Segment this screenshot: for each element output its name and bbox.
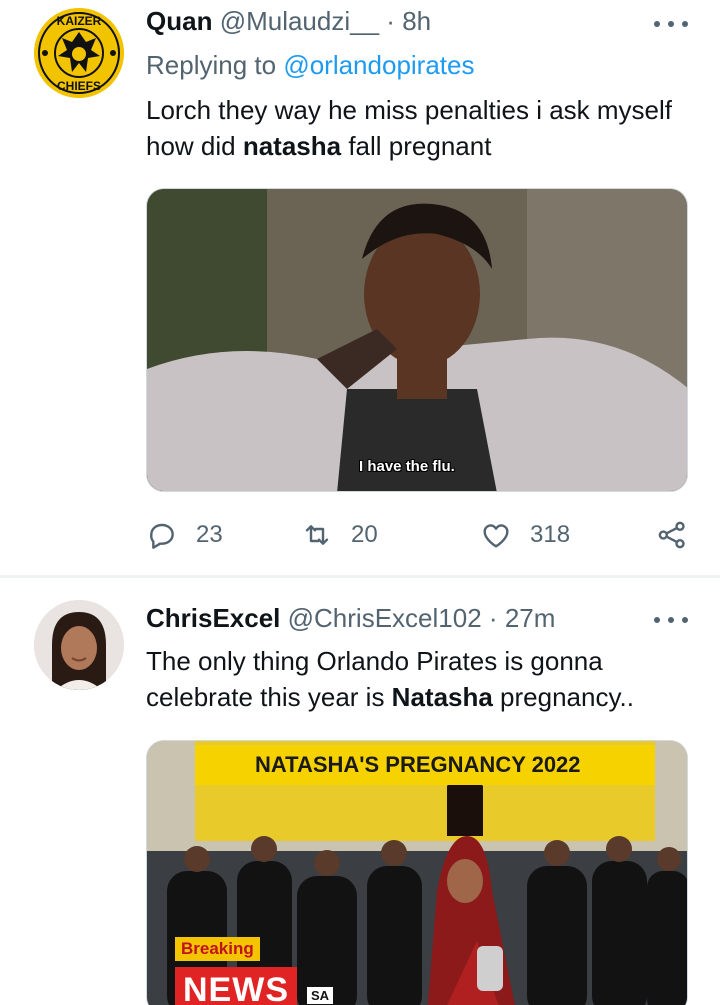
- separator-dot: ·: [386, 6, 395, 36]
- like-icon: [483, 524, 509, 548]
- timestamp[interactable]: 8h: [402, 6, 431, 36]
- timestamp[interactable]: 27m: [505, 603, 556, 633]
- like-button[interactable]: 318: [480, 515, 570, 555]
- tweet-media-image[interactable]: NATASHA'S PREGNANCY 2022 Breaking NEWS S…: [146, 740, 688, 1005]
- avatar[interactable]: KAIZER CHIEFS: [34, 8, 124, 98]
- retweet-button[interactable]: 20: [301, 515, 378, 555]
- user-handle[interactable]: @ChrisExcel102: [288, 603, 482, 633]
- mention-link[interactable]: @orlandopirates: [283, 50, 474, 80]
- tweet[interactable]: KAIZER CHIEFS Quan @Mulaudzi__ · 8h Repl…: [0, 0, 720, 575]
- tweet-text: The only thing Orlando Pirates is gonna …: [146, 643, 691, 715]
- reply-icon: [150, 523, 174, 549]
- meme-photo: [147, 189, 687, 491]
- replying-to-label: Replying to: [146, 50, 277, 80]
- tweet-header: Quan @Mulaudzi__ · 8h: [146, 6, 431, 37]
- logo-text-top: KAIZER: [57, 14, 102, 28]
- share-button[interactable]: [656, 515, 688, 555]
- media-caption: I have the flu.: [359, 458, 455, 475]
- media-banner: NATASHA'S PREGNANCY 2022: [195, 745, 655, 785]
- more-icon[interactable]: [654, 18, 688, 30]
- tweet-actions: 23 20 318: [146, 515, 691, 555]
- retweet-count: 20: [351, 521, 378, 548]
- tweet-text: Lorch they way he miss penalties i ask m…: [146, 92, 691, 164]
- media-banner-title: NATASHA'S PREGNANCY 2022: [255, 752, 581, 777]
- profile-photo: [34, 600, 124, 690]
- tweet-text-bold: natasha: [242, 131, 342, 161]
- more-icon[interactable]: [654, 614, 688, 626]
- display-name[interactable]: ChrisExcel: [146, 603, 280, 633]
- separator-dot: ·: [488, 603, 498, 633]
- news-tag: SA: [307, 987, 334, 1004]
- tweet-text-part: fall pregnant: [341, 131, 492, 161]
- tweet[interactable]: ChrisExcel @ChrisExcel102 · 27m The only…: [0, 578, 720, 1005]
- kaizer-chiefs-logo: KAIZER CHIEFS: [34, 8, 124, 98]
- tweet-text-part: pregnancy..: [492, 682, 634, 712]
- display-name[interactable]: Quan: [146, 6, 212, 36]
- user-handle[interactable]: @Mulaudzi__: [220, 6, 379, 36]
- like-count: 318: [530, 521, 571, 548]
- tweet-media-image[interactable]: I have the flu.: [146, 188, 688, 492]
- retweet-icon: [305, 525, 329, 545]
- breaking-label: Breaking: [175, 937, 260, 961]
- news-label: NEWS: [175, 967, 297, 1005]
- share-icon: [658, 521, 685, 549]
- tweet-header: ChrisExcel @ChrisExcel102 · 27m: [146, 603, 555, 634]
- avatar[interactable]: [34, 600, 124, 690]
- logo-text-bottom: CHIEFS: [57, 79, 101, 93]
- tweet-text-bold: Natasha: [391, 682, 493, 712]
- reply-button[interactable]: 23: [146, 515, 223, 555]
- replying-to: Replying to @orlandopirates: [146, 50, 474, 81]
- reply-count: 23: [196, 521, 223, 548]
